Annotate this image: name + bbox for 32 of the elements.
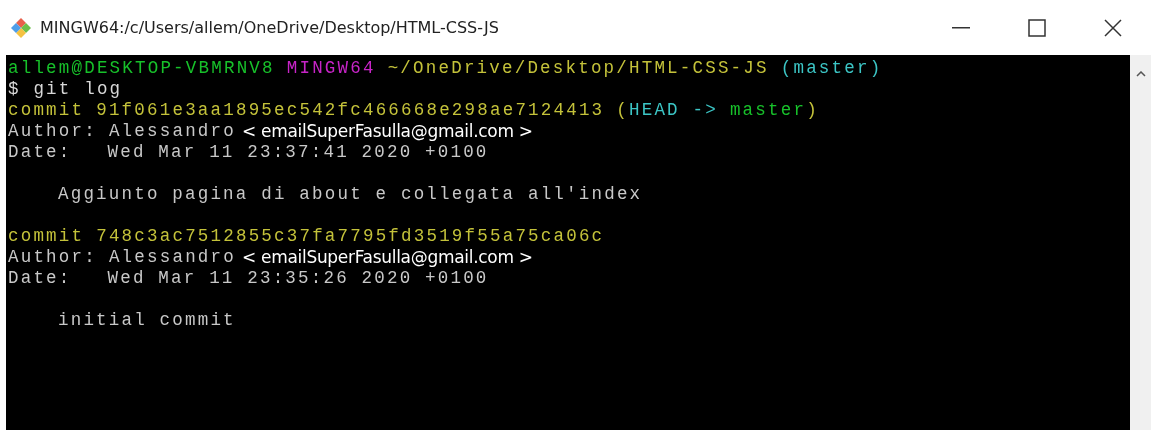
scroll-up-icon: [1135, 71, 1146, 77]
head-ref: HEAD ->: [629, 100, 718, 121]
commit-message: initial commit: [57, 310, 236, 331]
ref-paren: (: [616, 100, 629, 121]
commit-hash: 91f061e3aa1895ec542fc466668e298ae7124413: [96, 100, 605, 121]
scrollbar[interactable]: [1130, 55, 1151, 430]
author-name: Alessandro: [108, 247, 236, 268]
commit-label: commit: [8, 226, 85, 247]
minimize-icon: [952, 26, 970, 29]
author-label: Author:: [8, 247, 97, 268]
command-text: $ git log: [8, 79, 123, 100]
close-icon: [1103, 17, 1123, 38]
ref-branch: master: [729, 100, 807, 121]
window-title: MINGW64:/c/Users/allem/OneDrive/Desktop/HTML-CSS-JS: [40, 18, 500, 37]
ref-paren: ): [806, 100, 819, 121]
author-email: < emailSuperFasulla@gmail.com >: [241, 121, 533, 142]
commit-date: Wed Mar 11 23:37:41 2020 +0100: [107, 142, 489, 163]
author-email: < emailSuperFasulla@gmail.com >: [241, 247, 533, 268]
commit-message: Aggiunto pagina di about e collegata all'index: [57, 184, 643, 205]
date-label: Date:: [8, 142, 72, 163]
maximize-icon: [1028, 18, 1046, 37]
date-label: Date:: [8, 268, 72, 289]
prompt-system: MINGW64: [286, 58, 376, 79]
author-label: Author:: [8, 121, 97, 142]
commit-hash: 748c3ac7512855c37fa7795fd3519f55a75ca06c: [96, 226, 605, 247]
prompt-path: ~/OneDrive/Desktop/HTML-CSS-JS: [387, 58, 769, 79]
commit-label: commit: [8, 100, 85, 121]
prompt-branch: (master): [780, 58, 883, 79]
prompt-user-host: allem@DESKTOP-VBMRNV8: [8, 58, 275, 79]
author-name: Alessandro: [108, 121, 236, 142]
app-logo-icon: [10, 16, 32, 39]
commit-date: Wed Mar 11 23:35:26 2020 +0100: [107, 268, 489, 289]
